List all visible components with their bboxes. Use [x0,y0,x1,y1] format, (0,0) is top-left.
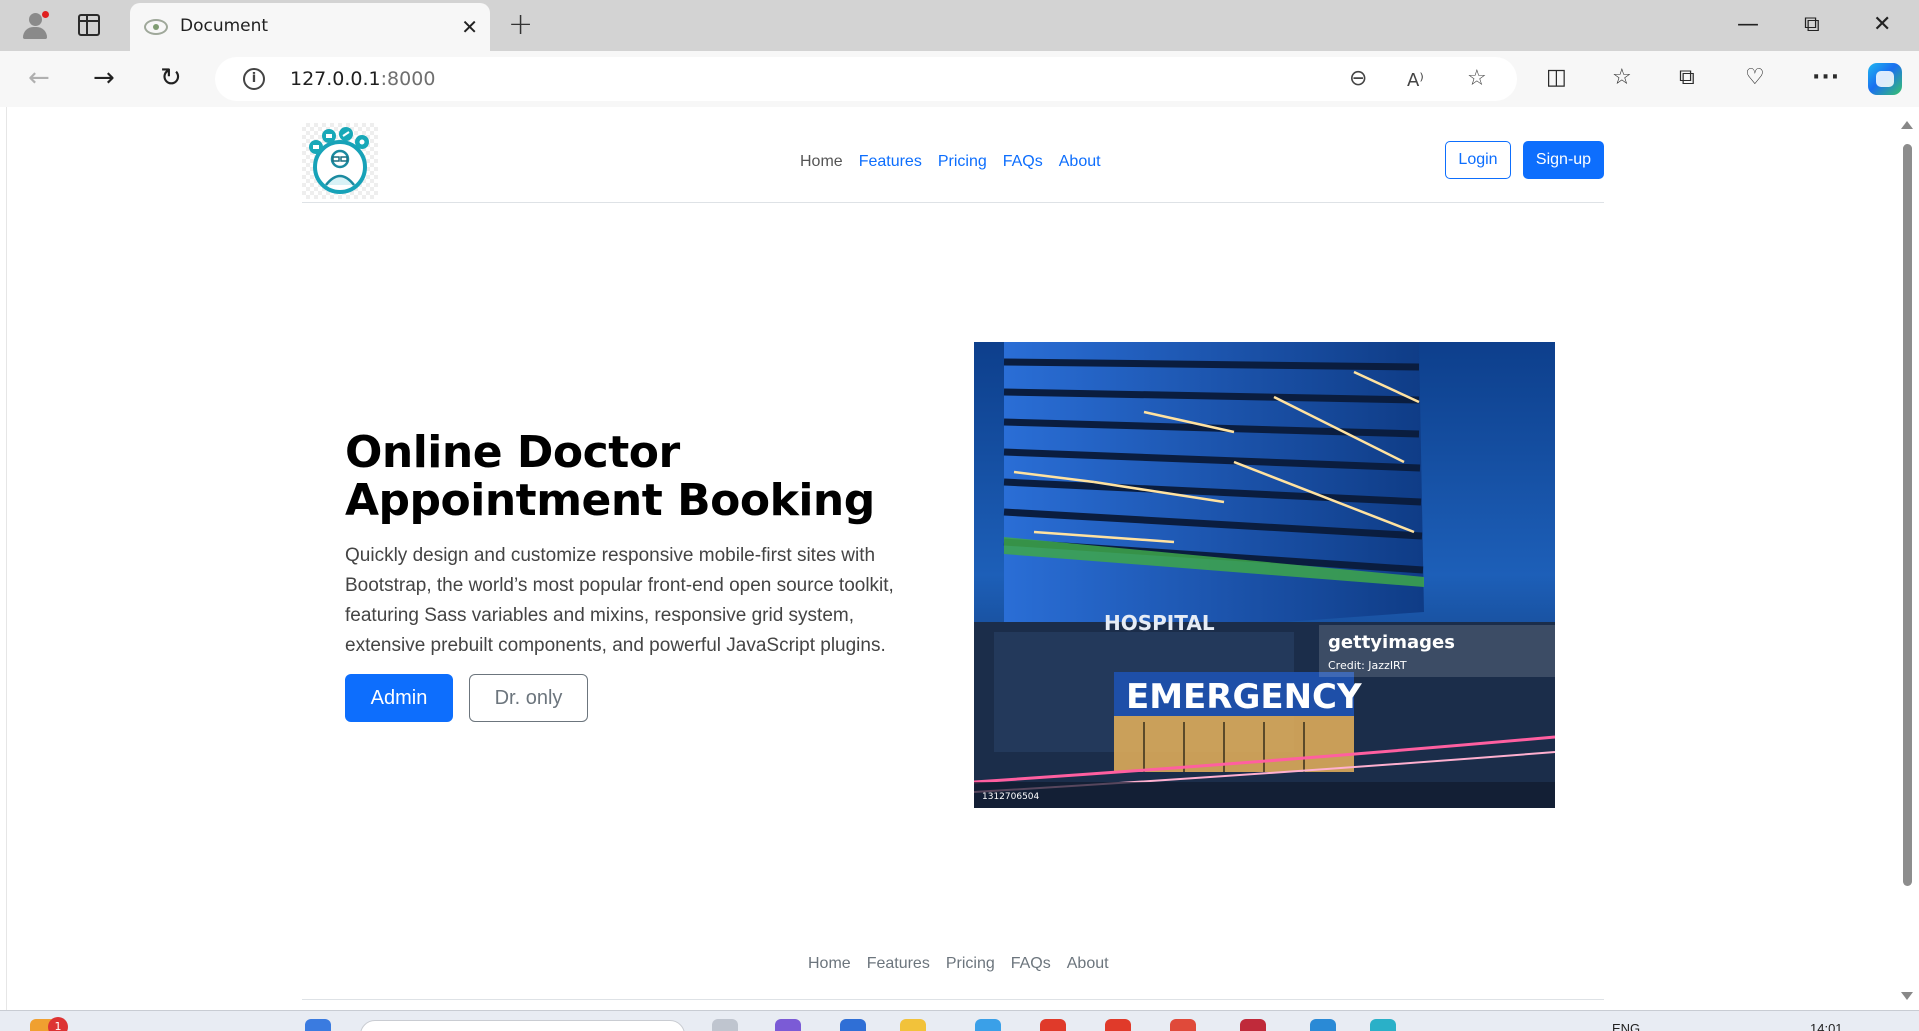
reload-icon[interactable]: ↻ [160,63,182,93]
close-window-icon[interactable]: ✕ [1873,10,1891,40]
footer-nav: Home Features Pricing FAQs About [800,952,1117,976]
vscode-icon[interactable] [1310,1019,1336,1031]
app-icon[interactable] [1105,1019,1131,1031]
back-icon[interactable]: ← [28,63,50,93]
tab-title: Document [180,16,269,36]
minimize-icon[interactable]: — [1737,10,1759,40]
forward-icon[interactable]: → [93,63,115,93]
address-toolbar: ← → ↻ i 127.0.0.1:8000 ⊖ A⁾ ☆ ◫ ☆ ⧉ ♡ ··… [0,51,1919,107]
svg-text:1312706504: 1312706504 [982,792,1040,802]
app-icon[interactable] [840,1019,866,1031]
more-icon[interactable]: ··· [1812,64,1840,92]
tab-actions-icon[interactable] [78,14,100,36]
read-aloud-icon[interactable]: A⁾ [1407,68,1424,94]
browser-tab[interactable]: Document ✕ [130,3,490,51]
new-tab-icon[interactable]: + [508,10,533,40]
doctor-only-button[interactable]: Dr. only [469,674,588,722]
nav-about-link[interactable]: About [1051,150,1109,174]
svg-text:Credit: JazzIRT: Credit: JazzIRT [1328,659,1407,672]
copilot-icon[interactable] [1868,63,1902,95]
signup-button[interactable]: Sign-up [1523,141,1604,179]
clock[interactable]: 14:01 [1810,1021,1843,1031]
svg-text:HOSPITAL: HOSPITAL [1104,611,1215,635]
taskbar-search[interactable] [360,1020,685,1031]
svg-text:gettyimages: gettyimages [1328,632,1455,653]
notification-badge: 1 [48,1017,68,1031]
footer-pricing-link[interactable]: Pricing [938,952,1003,976]
app-icon[interactable] [775,1019,801,1031]
login-button[interactable]: Login [1445,141,1511,179]
collections-icon[interactable]: ⧉ [1679,64,1695,92]
task-view-icon[interactable] [712,1019,738,1031]
page-viewport: Home Features Pricing FAQs About Login S… [6,107,1896,1010]
hero-title: Online Doctor Appointment Booking [345,427,875,526]
page-scrollbar[interactable] [1896,107,1919,1010]
split-screen-icon[interactable]: ◫ [1546,64,1567,92]
scroll-thumb[interactable] [1903,144,1912,886]
os-taskbar: 1 ENG 14:01 [0,1010,1919,1031]
nav-features-link[interactable]: Features [851,150,930,174]
footer-features-link[interactable]: Features [859,952,938,976]
admin-button[interactable]: Admin [345,674,453,722]
zoom-out-icon[interactable]: ⊖ [1349,66,1367,92]
tab-close-icon[interactable]: ✕ [461,15,478,39]
language-indicator[interactable]: ENG [1612,1021,1640,1031]
app-icon[interactable] [1040,1019,1066,1031]
app-icon[interactable] [975,1019,1001,1031]
edge-icon[interactable] [1370,1019,1396,1031]
hero-description: Quickly design and customize responsive … [345,545,894,656]
nav-faqs-link[interactable]: FAQs [995,150,1051,174]
url-text[interactable]: 127.0.0.1:8000 [290,68,435,90]
scroll-up-icon[interactable] [1901,121,1913,129]
performance-icon[interactable]: ♡ [1745,64,1765,92]
profile-icon[interactable] [19,9,51,41]
favorite-star-icon[interactable]: ☆ [1467,66,1487,92]
doctor-logo-icon[interactable] [302,123,378,199]
file-explorer-icon[interactable] [900,1019,926,1031]
hospital-image: HOSPITAL EMERGENCY gettyimages Credit: J… [974,342,1555,808]
scroll-down-icon[interactable] [1901,992,1913,1000]
site-header: Home Features Pricing FAQs About Login S… [302,123,1604,203]
chrome-icon[interactable] [1170,1019,1196,1031]
browser-tab-bar: Document ✕ + — ⧉ ✕ [0,0,1919,51]
favorites-icon[interactable]: ☆ [1612,64,1632,92]
svg-text:EMERGENCY: EMERGENCY [1126,677,1362,717]
url-bar[interactable]: i 127.0.0.1:8000 ⊖ A⁾ ☆ [215,57,1517,101]
footer-faqs-link[interactable]: FAQs [1003,952,1059,976]
nav-home-link[interactable]: Home [792,150,851,174]
app-icon[interactable] [1240,1019,1266,1031]
header-nav: Home Features Pricing FAQs About [792,150,1109,174]
restore-icon[interactable]: ⧉ [1804,10,1820,40]
nav-pricing-link[interactable]: Pricing [930,150,995,174]
site-info-icon[interactable]: i [243,68,265,90]
footer-divider [302,999,1604,1000]
footer-home-link[interactable]: Home [800,952,859,976]
tab-favicon-icon [144,19,168,35]
footer-about-link[interactable]: About [1059,952,1117,976]
start-icon[interactable] [305,1019,331,1031]
